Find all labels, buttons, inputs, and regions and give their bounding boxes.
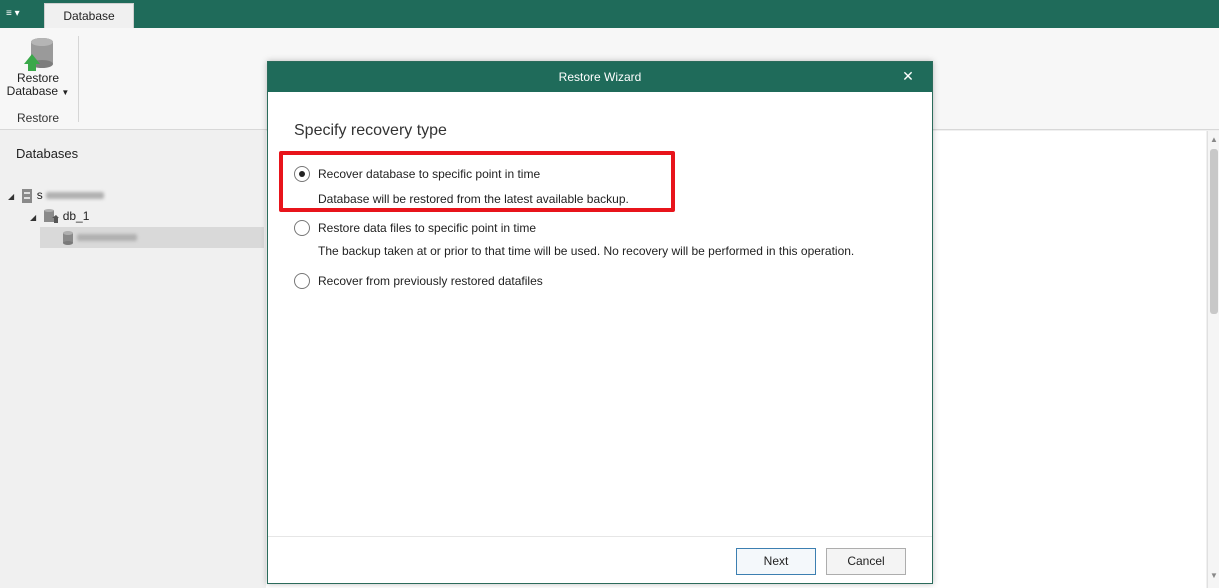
redacted-text (46, 192, 105, 200)
restore-button-label-2: Database ▼ (6, 84, 70, 98)
close-icon[interactable]: ✕ (900, 68, 916, 84)
option-description: The backup taken at or prior to that tim… (318, 244, 855, 258)
vertical-scrollbar[interactable]: ▲ ▼ (1207, 131, 1219, 588)
dialog-title: Restore Wizard (268, 62, 932, 92)
tab-database[interactable]: Database (44, 3, 134, 28)
option-label: Recover from previously restored datafil… (318, 274, 543, 288)
tree-item-label: s (36, 188, 43, 202)
tree-item-db-1[interactable]: ◢ db_1 (30, 206, 89, 226)
menu-icon[interactable]: ≡ ▾ (6, 6, 36, 22)
redacted-text (77, 234, 138, 242)
server-icon (22, 188, 33, 203)
expand-arrow-icon[interactable]: ◢ (8, 187, 18, 207)
ribbon-group-restore: Restore (16, 111, 60, 125)
database-icon (63, 230, 73, 245)
next-button[interactable]: Next (736, 548, 816, 575)
chevron-down-icon: ▼ (61, 88, 70, 97)
tree-item-server[interactable]: ◢ s (8, 185, 105, 207)
scrollbar-thumb[interactable] (1210, 149, 1218, 314)
radio-recover-restored-datafiles[interactable] (294, 273, 310, 289)
scroll-down-icon[interactable]: ▼ (1208, 571, 1219, 580)
tree-item-selected[interactable] (40, 227, 264, 248)
ribbon-divider (78, 36, 79, 122)
scroll-up-icon[interactable]: ▲ (1208, 135, 1219, 144)
panel-title: Databases (16, 146, 79, 161)
highlight-box (279, 151, 675, 212)
radio-restore-data-files[interactable] (294, 220, 310, 236)
restore-database-button[interactable]: Restore Database ▼ (4, 36, 72, 102)
expand-arrow-icon[interactable]: ◢ (30, 208, 40, 228)
database-home-icon (44, 209, 60, 224)
cancel-button[interactable]: Cancel (826, 548, 906, 575)
dialog-footer-divider (268, 536, 932, 537)
database-restore-icon (24, 38, 53, 71)
option-label: Restore data files to specific point in … (318, 221, 537, 235)
databases-panel: Databases ◢ s ◢ db_1 (0, 131, 265, 588)
restore-wizard-dialog: Restore Wizard ✕ Specify recovery type R… (267, 61, 933, 584)
dialog-heading: Specify recovery type (294, 122, 447, 139)
tree-item-label: db_1 (62, 209, 90, 223)
app-titlebar: ≡ ▾ Database (0, 0, 1219, 28)
